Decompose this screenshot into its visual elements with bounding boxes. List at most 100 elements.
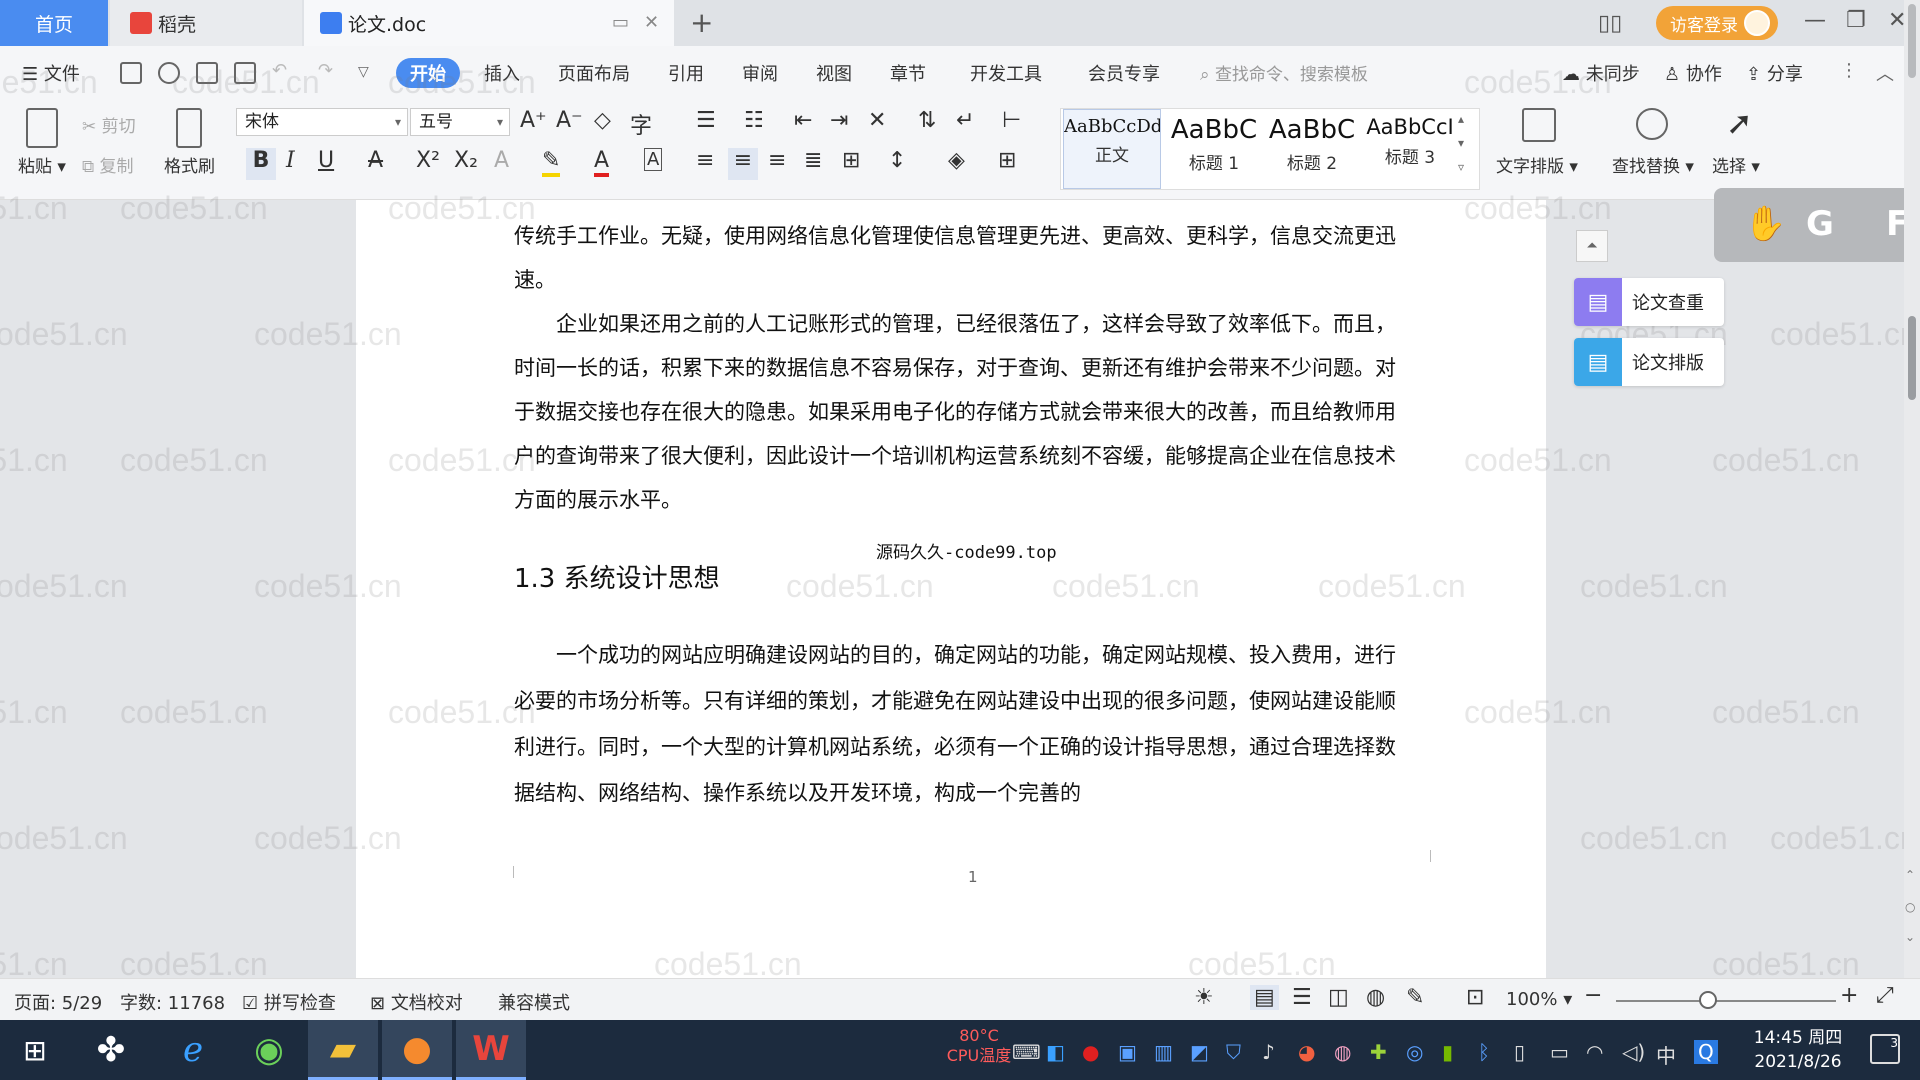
tray-app-icon[interactable]: ◎ (1406, 1040, 1423, 1064)
nvidia-icon[interactable]: ▮ (1442, 1040, 1453, 1064)
collapse-ribbon-icon[interactable]: ︿ (1876, 60, 1894, 86)
keyboard-icon[interactable]: ⌨ (1012, 1040, 1041, 1064)
fullscreen-icon[interactable]: ⤢ (1876, 983, 1894, 1008)
scroll-page-up-icon[interactable]: ⌃ (1905, 868, 1915, 882)
italic-icon[interactable]: I (286, 148, 295, 173)
scroll-page-down-icon[interactable]: ⌄ (1905, 930, 1915, 944)
zoom-slider[interactable] (1616, 1000, 1836, 1002)
borders-icon[interactable]: ⊞ (998, 148, 1016, 173)
document-page[interactable]: 传统手工作业。无疑，使用网络信息化管理使信息管理更先进、更高效、更科学，信息交流… (356, 200, 1546, 978)
reading-view-icon[interactable]: ◫ (1328, 985, 1349, 1010)
superscript-icon[interactable]: X² (416, 148, 440, 173)
strikethrough-icon[interactable]: A (368, 148, 383, 173)
bell-icon[interactable]: ♪ (1262, 1040, 1275, 1064)
style-heading-2[interactable]: AaBbC 标题 2 (1263, 109, 1361, 189)
close-tab-icon[interactable]: ✕ (644, 12, 659, 33)
char-border-icon[interactable]: A (644, 148, 663, 171)
undo-history-icon[interactable] (158, 62, 180, 84)
gallery-down-icon[interactable]: ▾ (1458, 136, 1464, 150)
page-indicator[interactable]: 页面: 5/29 (14, 989, 102, 1015)
usb-icon[interactable]: ▯ (1514, 1040, 1525, 1064)
side-panel-collapse-icon[interactable]: ⏶ (1576, 230, 1608, 262)
paper-check-button[interactable]: ▤ 论文查重 (1574, 278, 1724, 326)
tray-app-icon[interactable]: Q (1694, 1040, 1718, 1064)
grow-font-icon[interactable]: A⁺ (520, 108, 547, 133)
minimize-icon[interactable]: — (1804, 8, 1826, 33)
login-button[interactable]: 访客登录 (1656, 6, 1778, 40)
style-heading-3[interactable]: AaBbCcI 标题 3 (1361, 109, 1459, 189)
cut-button[interactable]: ✂ 剪切 (82, 112, 136, 137)
tray-app-icon[interactable]: ▣ (1118, 1040, 1137, 1064)
write-view-icon[interactable]: ✎ (1406, 985, 1424, 1010)
scroll-thumb[interactable] (1908, 316, 1916, 400)
tab-stops-icon[interactable]: ⊢ (1002, 108, 1021, 133)
shading-icon[interactable]: ◈ (948, 148, 965, 173)
start-windows-icon[interactable]: ⊞ (0, 1020, 70, 1080)
find-replace-button[interactable]: 查找替换 ▾ (1612, 152, 1694, 177)
show-marks-icon[interactable]: ↵ (956, 108, 974, 133)
paste-icon[interactable] (26, 108, 58, 148)
justify-icon[interactable]: ≣ (804, 148, 822, 173)
clear-format-icon[interactable]: ◇ (594, 108, 611, 133)
restore-icon[interactable]: ❐ (1846, 8, 1866, 33)
zoom-in-icon[interactable]: + (1840, 983, 1858, 1008)
scroll-select-icon[interactable]: ○ (1905, 900, 1915, 914)
select-button[interactable]: 选择 ▾ (1712, 152, 1760, 177)
zoom-select[interactable]: 100% ▾ (1506, 989, 1572, 1010)
gallery-up-icon[interactable]: ▴ (1458, 112, 1464, 126)
subscript-icon[interactable]: X₂ (454, 148, 478, 173)
tray-app-icon[interactable]: ● (1082, 1040, 1099, 1064)
tab-references[interactable]: 引用 (668, 60, 704, 86)
print-preview-icon[interactable] (234, 62, 256, 84)
file-menu[interactable]: ☰ 文件 (22, 60, 80, 86)
tab-chapter[interactable]: 章节 (890, 60, 926, 86)
tab-start[interactable]: 开始 (396, 58, 460, 88)
page-view-icon[interactable]: ▤ (1250, 985, 1279, 1010)
distributed-icon[interactable]: ⊞ (842, 148, 860, 173)
text-layout-icon[interactable] (1522, 108, 1556, 142)
scroll-thumb[interactable] (1908, 4, 1916, 78)
file-explorer-icon[interactable]: ▰ (308, 1020, 378, 1080)
find-replace-icon[interactable] (1636, 108, 1668, 140)
tab-insert[interactable]: 插入 (484, 60, 520, 86)
ime-indicator[interactable]: 中 (1656, 1040, 1676, 1069)
redo-icon[interactable]: ↷ (318, 60, 333, 81)
paste-button[interactable]: 粘贴 ▾ (18, 152, 66, 177)
layout-icon[interactable]: ▯▯ (1598, 0, 1622, 46)
web-view-icon[interactable]: ◍ (1366, 985, 1385, 1010)
increase-indent-icon[interactable]: ⇥ (830, 108, 848, 133)
window-mode-icon[interactable]: ▭ (612, 12, 629, 33)
tab-document[interactable]: 论文.doc ▭ ✕ (304, 0, 674, 46)
spellcheck-button[interactable]: ☑ 拼写检查 (242, 989, 336, 1015)
proofread-button[interactable]: ⊠ 文档校对 (370, 989, 463, 1015)
font-size-select[interactable]: 五号 ▾ (410, 108, 510, 136)
tray-app-icon[interactable]: ◍ (1334, 1040, 1351, 1064)
wps-icon[interactable]: W (456, 1020, 526, 1080)
quick-access-dropdown-icon[interactable]: ▽ (358, 64, 369, 80)
numbered-list-icon[interactable]: ☷ (744, 108, 764, 133)
text-effect-icon[interactable]: A (494, 148, 509, 173)
notification-center-icon[interactable]: 3 (1870, 1034, 1900, 1064)
fit-page-icon[interactable]: ⊡ (1466, 985, 1484, 1010)
word-count[interactable]: 字数: 11768 (120, 989, 225, 1015)
zoom-slider-knob[interactable] (1699, 991, 1718, 1009)
highlight-icon[interactable]: ✎ (542, 148, 561, 177)
font-name-select[interactable]: 宋体 ▾ (236, 108, 408, 136)
tray-app-icon[interactable]: ◩ (1190, 1040, 1209, 1064)
bluetooth-icon[interactable]: ᛒ (1478, 1040, 1490, 1064)
paper-layout-button[interactable]: ▤ 论文排版 (1574, 338, 1724, 386)
print-icon[interactable] (196, 62, 218, 84)
g-icon[interactable]: G (1806, 204, 1834, 244)
save-icon[interactable] (120, 62, 142, 84)
collaborate-button[interactable]: ♙ 协作 (1664, 60, 1722, 86)
ie-browser-icon[interactable]: ℯ (158, 1020, 228, 1080)
tab-view[interactable]: 视图 (816, 60, 852, 86)
undo-icon[interactable]: ↶ (272, 60, 287, 81)
clock[interactable]: 14:45 周四 2021/8/26 (1738, 1026, 1858, 1074)
browser-360-icon[interactable]: ◉ (234, 1020, 304, 1080)
fan-app-icon[interactable]: ✤ (76, 1020, 146, 1080)
zoom-out-icon[interactable]: − (1584, 983, 1602, 1008)
wifi-icon[interactable]: ◠ (1586, 1040, 1603, 1064)
tray-app-icon[interactable]: ◧ (1046, 1040, 1065, 1064)
underline-icon[interactable]: U (318, 148, 334, 173)
